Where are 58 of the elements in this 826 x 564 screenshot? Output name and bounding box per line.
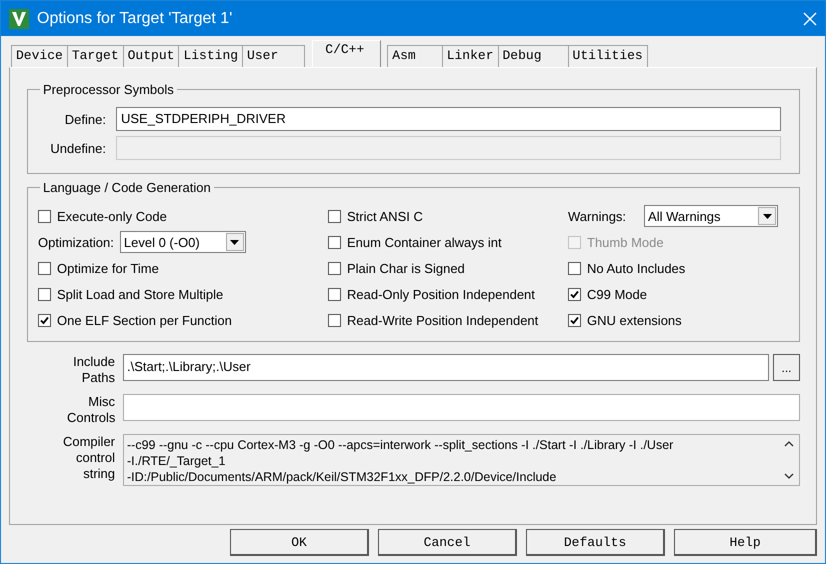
dialog-button[interactable]: Defaults <box>526 529 666 556</box>
app-icon <box>9 8 29 28</box>
close-icon[interactable] <box>803 12 817 26</box>
tab[interactable]: Device <box>11 45 68 67</box>
checkbox-label: Thumb Mode <box>587 234 664 250</box>
tab[interactable]: Asm <box>387 45 443 67</box>
dropdown[interactable]: All Warnings <box>644 205 778 227</box>
checkbox[interactable] <box>38 262 51 274</box>
caret-icon <box>230 240 240 244</box>
tab[interactable]: Utilities <box>568 45 648 67</box>
checkbox-label: Execute-only Code <box>57 208 167 224</box>
caret-icon <box>762 214 772 218</box>
input-field[interactable] <box>123 394 800 421</box>
text-area[interactable]: --c99 --gnu -c --cpu Cortex-M3 -g -O0 --apcs=interwork --split_sections -I ./Start -I ./Library -I ./User -I./RTE/_Target_1 -ID:/Public/Documents/ARM/pack/Keil/STM32F1xx_DFP/2.2.0/Device/Include <box>123 434 800 486</box>
input-field[interactable]: USE_STDPERIPH_DRIVER <box>116 107 781 131</box>
checkbox[interactable] <box>328 210 341 222</box>
tab[interactable]: User <box>242 45 306 67</box>
browse-button[interactable]: ... <box>773 354 800 381</box>
checkbox[interactable] <box>38 314 51 326</box>
checkbox[interactable] <box>568 262 581 274</box>
checkbox-label: No Auto Includes <box>587 260 686 276</box>
field-label: Misc Controls <box>66 394 115 426</box>
checkbox-label: C99 Mode <box>587 286 647 302</box>
checkbox-label: Optimize for Time <box>57 260 159 276</box>
window-title: Options for Target 'Target 1' <box>37 10 234 28</box>
dialog-button[interactable]: Help <box>674 529 818 556</box>
checkbox[interactable] <box>328 236 341 248</box>
checkbox[interactable] <box>38 288 51 300</box>
field-label: Undefine: <box>49 140 107 156</box>
checkbox-label: Enum Container always int <box>347 234 502 250</box>
input-field[interactable]: .\Start;.\Library;.\User <box>123 354 769 381</box>
checkbox-label: Plain Char is Signed <box>347 260 465 276</box>
checkbox[interactable] <box>328 262 341 274</box>
scroll-down-icon[interactable] <box>784 473 794 479</box>
dialog-button[interactable]: OK <box>230 529 370 556</box>
checkbox[interactable] <box>568 288 581 300</box>
checkbox[interactable] <box>568 314 581 326</box>
checkbox[interactable] <box>328 288 341 300</box>
group-title: Language / Code Generation <box>42 180 212 195</box>
field-label: Compiler control string <box>62 434 115 483</box>
group-title: Preprocessor Symbols <box>42 82 175 97</box>
checkbox-label: One ELF Section per Function <box>57 312 232 328</box>
checkbox-label: Split Load and Store Multiple <box>57 286 224 302</box>
dropdown-label: Optimization: <box>38 234 114 250</box>
field-label: Include Paths <box>72 354 115 386</box>
dialog-button[interactable]: Cancel <box>378 529 518 556</box>
tab[interactable]: C/C++ <box>312 40 382 67</box>
checkbox-label: Read-Write Position Independent <box>347 312 538 328</box>
checkbox[interactable] <box>328 314 341 326</box>
checkbox-label: GNU extensions <box>587 312 682 328</box>
checkbox[interactable] <box>38 210 51 222</box>
checkbox-label: Strict ANSI C <box>347 208 423 224</box>
dropdown-label: Warnings: <box>568 208 626 224</box>
compiler-string: --c99 --gnu -c --cpu Cortex-M3 -g -O0 --apcs=interwork --split_sections -I ./Start -I ./Library -I ./User -I./RTE/_Target_1 -ID:/Public/Documents/ARM/pack/Keil/STM32F1xx_DFP/2.2.0/Device/Include <box>127 437 674 483</box>
dropdown[interactable]: Level 0 (-O0) <box>120 231 246 253</box>
checkbox-label: Read-Only Position Independent <box>347 286 535 302</box>
field-label: Define: <box>64 112 107 126</box>
scroll-up-icon[interactable] <box>784 441 794 447</box>
